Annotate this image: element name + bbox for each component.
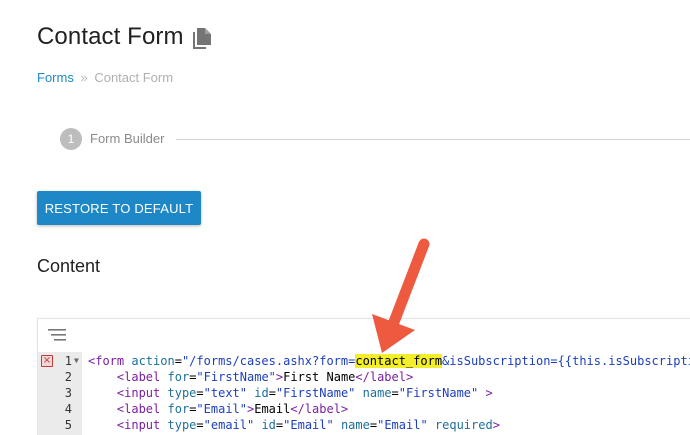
code-token: "text": [203, 386, 247, 400]
code-token: First Name: [283, 370, 356, 384]
code-token: "Email": [196, 402, 247, 416]
fold-toggle-icon[interactable]: ▼: [74, 353, 79, 369]
page-title: Contact Form: [37, 23, 184, 50]
code-editor[interactable]: × 1 ▼ <form action="/forms/cases.ashx?form=…: [37, 352, 690, 435]
code-text: <label for="FirstName">First Name</label…: [88, 369, 413, 385]
breadcrumb-link-forms[interactable]: Forms: [37, 70, 74, 85]
code-line[interactable]: 2 <label for="FirstName">First Name</lab…: [38, 369, 690, 385]
code-token: name: [362, 386, 392, 400]
code-token: <label: [116, 402, 161, 416]
code-line[interactable]: 3 <input type="text" id="FirstName" name…: [38, 385, 690, 401]
stepper: 1 Form Builder: [60, 128, 690, 150]
code-token: "FirstName": [398, 386, 479, 400]
code-token: type: [167, 386, 197, 400]
code-token: type: [167, 418, 197, 432]
code-token: for: [167, 370, 190, 384]
code-token: <label: [116, 370, 161, 384]
line-number: 2: [64, 370, 72, 384]
step-label[interactable]: Form Builder: [90, 131, 164, 146]
code-token: </label>: [290, 402, 349, 416]
code-token: </label>: [355, 370, 414, 384]
code-token: <form: [88, 354, 125, 368]
code-text: <label for="Email">Email</label>: [88, 401, 348, 417]
step-number-circle[interactable]: 1: [60, 128, 82, 150]
editor-toolbar: [37, 318, 690, 353]
line-number: 4: [64, 402, 72, 416]
restore-to-default-button[interactable]: RESTORE TO DEFAULT: [37, 191, 201, 225]
content-heading: Content: [37, 256, 101, 276]
code-token: "FirstName": [196, 370, 276, 384]
code-token: contact_form: [355, 354, 443, 368]
code-token: for: [167, 402, 190, 416]
breadcrumb-current: Contact Form: [94, 70, 174, 85]
code-line[interactable]: 4 <label for="Email">Email</label>: [38, 401, 690, 417]
code-token: action: [131, 354, 175, 368]
breadcrumb: Forms » Contact Form: [37, 70, 173, 85]
code-text: <form action="/forms/cases.ashx?form=con…: [88, 353, 690, 369]
code-token: <input: [116, 418, 161, 432]
code-token: &isSubscription={{this.isSubscription}}: [442, 354, 690, 368]
code-token: =: [174, 354, 182, 368]
code-token: "/forms/cases.ashx?form=: [181, 354, 356, 368]
code-token: id: [254, 386, 269, 400]
code-text: <input type="text" id="FirstName" name="…: [88, 385, 493, 401]
step-connector-line: [176, 139, 690, 140]
code-token: =: [268, 386, 276, 400]
line-number: 5: [64, 418, 72, 432]
code-token: "Email": [377, 418, 428, 432]
code-token: =: [391, 386, 399, 400]
code-token: =: [369, 418, 378, 432]
line-number: 1: [64, 354, 72, 368]
code-token: "FirstName": [275, 386, 356, 400]
code-line[interactable]: × 1 ▼ <form action="/forms/cases.ashx?form=…: [38, 353, 690, 369]
code-token: <input: [116, 386, 161, 400]
code-token: name: [340, 418, 370, 432]
code-line[interactable]: 5 <input type="email" id="Email" name="E…: [38, 417, 690, 433]
error-marker-icon[interactable]: ×: [41, 355, 53, 367]
code-token: Email: [254, 402, 291, 416]
menu-icon[interactable]: [48, 328, 66, 342]
code-token: =: [196, 418, 204, 432]
code-token: >: [485, 386, 493, 400]
copy-icon[interactable]: [191, 27, 213, 51]
code-token: >: [492, 418, 500, 432]
code-token: "Email": [283, 418, 334, 432]
code-token: =: [196, 386, 204, 400]
code-text: <input type="email" id="Email" name="Ema…: [88, 417, 500, 433]
code-token: required: [434, 418, 493, 432]
code-token: "email": [203, 418, 255, 432]
code-token: id: [261, 418, 276, 432]
line-number: 3: [64, 386, 72, 400]
breadcrumb-separator: »: [80, 70, 88, 85]
